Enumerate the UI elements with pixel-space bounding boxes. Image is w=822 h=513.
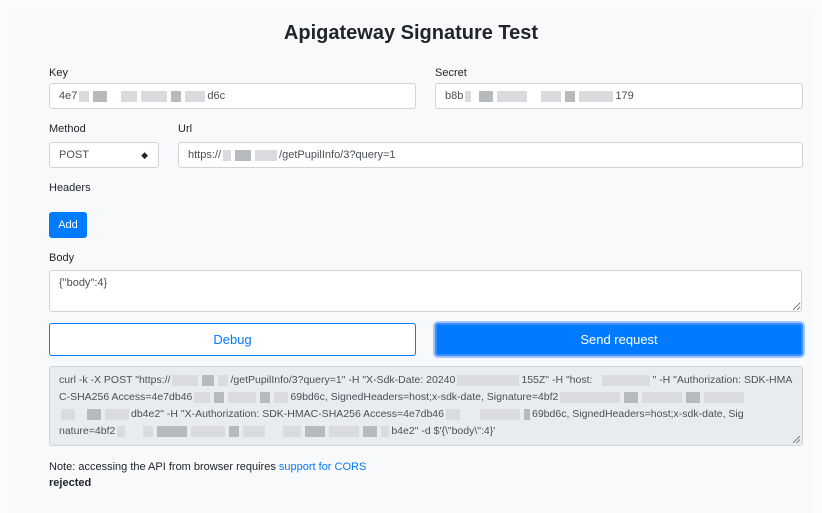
headers-label: Headers [49,182,91,194]
page-container: Apigateway Signature Test Key 4e7 d6c Se… [10,10,812,513]
curl-line-3: db4e2" -H "X-Authorization: SDK-HMAC-SHA… [59,406,793,423]
secret-input[interactable]: b8b 179 [435,83,803,109]
select-arrows-icon: ◆ [141,149,148,160]
key-value-start: 4e7 [59,90,78,102]
curl-line-1: curl -k -X POST "https:///getPupilInfo/3… [59,374,793,386]
curl-line-2: C-SHA256 Access=4e7db46 69bd6c, SignedHea… [59,389,793,406]
method-label: Method [49,123,86,135]
url-value-end: /getPupilInfo/3?query=1 [279,149,396,161]
url-label: Url [178,123,193,135]
status-text: rejected [49,477,92,489]
url-value-start: https:// [188,149,222,161]
curl-line-4: nature=4bf2 b4e2" -d $'{\"body\":4}' [59,425,496,437]
cors-note: Note: accessing the API from browser req… [49,461,367,473]
secret-label: Secret [435,67,467,79]
add-header-button[interactable]: Add [49,212,87,238]
url-input[interactable]: https:// /getPupilInfo/3?query=1 [178,142,803,168]
key-label: Key [49,67,68,79]
cors-support-link[interactable]: support for CORS [279,461,366,473]
body-label: Body [49,252,75,264]
key-value-end: d6c [207,90,226,102]
body-textarea[interactable]: {"body":4} [49,270,802,312]
send-request-button[interactable]: Send request [435,323,803,356]
page-title: Apigateway Signature Test [283,22,539,44]
secret-value-start: b8b [445,90,464,102]
key-input[interactable]: 4e7 d6c [49,83,416,109]
method-select[interactable]: POST ◆ [49,142,159,168]
secret-value-end: 179 [615,90,634,102]
method-value: POST [59,149,89,161]
debug-button[interactable]: Debug [49,323,416,356]
resize-grip-icon[interactable] [793,436,800,443]
curl-command-output[interactable]: curl -k -X POST "https:///getPupilInfo/3… [49,366,803,446]
